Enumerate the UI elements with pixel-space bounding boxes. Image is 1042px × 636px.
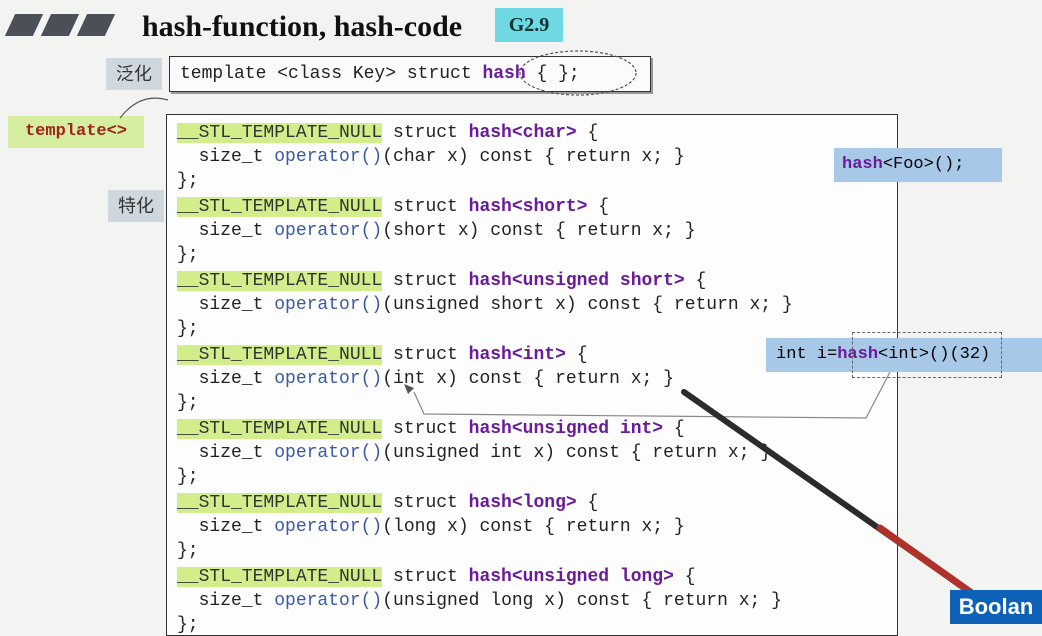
brand-logo: Boolan	[950, 590, 1042, 624]
generic-template-code: template <class Key> struct hash { };	[180, 64, 580, 84]
specialization-tag: 特化	[108, 190, 164, 222]
specialization-operator: size_t operator()(unsigned short x) cons…	[177, 295, 793, 315]
specialization-operator: size_t operator()(char x) const { return…	[177, 147, 685, 167]
slide-title: hash-function, hash-code	[142, 10, 463, 43]
specialization-closing: };	[177, 171, 199, 191]
specialization-header: __STL_TEMPLATE_NULL struct hash<long> {	[177, 493, 599, 513]
specialization-operator: size_t operator()(short x) const { retur…	[177, 221, 696, 241]
specialization-header: __STL_TEMPLATE_NULL struct hash<unsigned…	[177, 271, 707, 291]
generic-tag: 泛化	[106, 58, 162, 90]
specialization-header: __STL_TEMPLATE_NULL struct hash<unsigned…	[177, 567, 696, 587]
specialization-header: __STL_TEMPLATE_NULL struct hash<int> {	[177, 345, 588, 365]
specialization-operator: size_t operator()(long x) const { return…	[177, 517, 685, 537]
generic-template-box: template <class Key> struct hash { };	[169, 56, 651, 92]
chapter-badge: G2.9	[495, 8, 563, 42]
specialization-header: __STL_TEMPLATE_NULL struct hash<char> {	[177, 123, 599, 143]
specialization-closing: };	[177, 393, 199, 413]
template-specialization-label: template<>	[8, 116, 144, 148]
specialization-closing: };	[177, 615, 199, 635]
hash-foo-note: hash<Foo>();	[834, 148, 1002, 182]
specialization-operator: size_t operator()(unsigned int x) const …	[177, 443, 772, 463]
specialization-closing: };	[177, 319, 199, 339]
specialization-closing: };	[177, 245, 199, 265]
specialization-operator: size_t operator()(int x) const { return …	[177, 369, 674, 389]
specialization-closing: };	[177, 541, 199, 561]
specialization-operator: size_t operator()(unsigned long x) const…	[177, 591, 782, 611]
header-decoration	[4, 14, 116, 36]
specialization-header: __STL_TEMPLATE_NULL struct hash<short> {	[177, 197, 610, 217]
hash-int-example-note: int i=hash<int>()(32)	[766, 332, 1042, 378]
specialization-closing: };	[177, 467, 199, 487]
code-listing: __STL_TEMPLATE_NULL struct hash<char> { …	[166, 114, 898, 636]
specialization-header: __STL_TEMPLATE_NULL struct hash<unsigned…	[177, 419, 685, 439]
